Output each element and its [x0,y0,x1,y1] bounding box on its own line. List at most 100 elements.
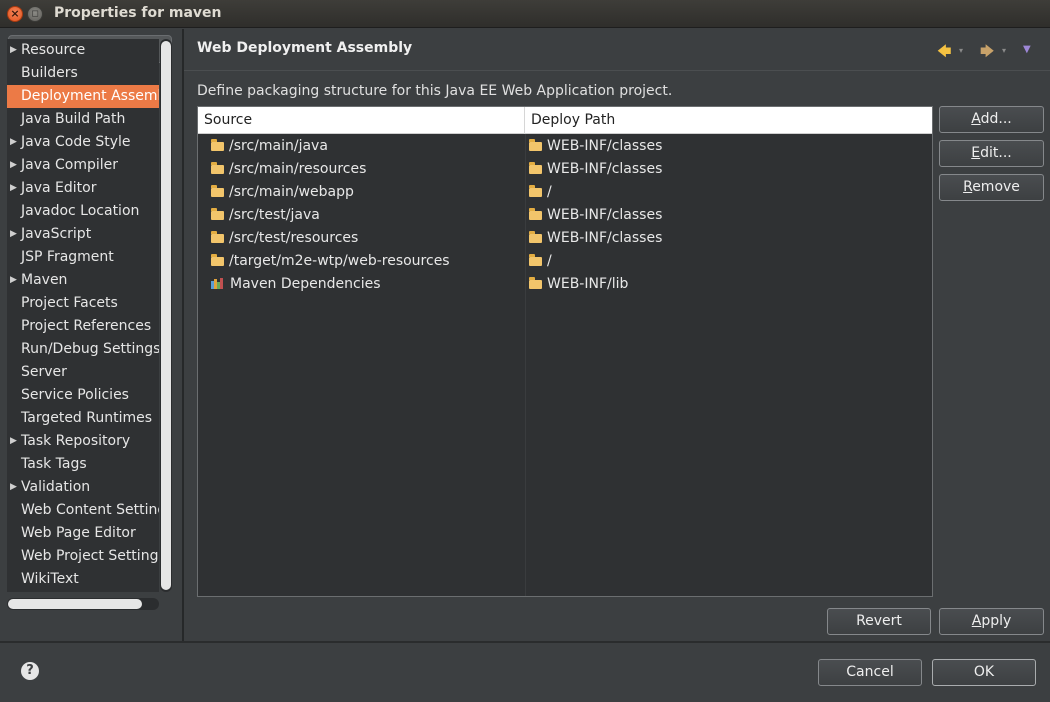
tree-item[interactable]: Server [7,361,159,384]
help-icon[interactable]: ? [21,662,39,680]
tree-item[interactable]: ▶ Java Code Style [7,131,159,154]
folder-icon [211,185,224,197]
tree-item-label: Web Page Editor [21,525,136,541]
edit-button[interactable]: Edit... [939,140,1044,167]
expand-arrow-icon[interactable]: ▶ [10,269,17,292]
tree-item[interactable]: ▶ Maven [7,269,159,292]
tree-item[interactable]: Web Project Settings [7,545,159,568]
tree-item-label: Web Content Settings [21,502,159,518]
tree-item[interactable]: Task Tags [7,453,159,476]
revert-button[interactable]: Revert [827,608,931,635]
tree-item[interactable]: WikiText [7,568,159,591]
tree-item-label: Validation [21,479,91,495]
title-bar: × ◻ Properties for maven [0,0,1050,28]
apply-mnemonic: A [971,613,982,629]
expand-arrow-icon[interactable]: ▶ [10,154,17,177]
folder-icon [211,139,224,151]
tree-item-label: Service Policies [21,387,129,403]
folder-icon [211,162,224,174]
expand-arrow-icon[interactable]: ▶ [10,223,17,246]
revert-label: Revert [856,613,902,629]
tree-item[interactable]: Javadoc Location [7,200,159,223]
tree-item-label: JSP Fragment [21,249,114,265]
folder-icon [529,162,542,174]
tree-item-label: Task Repository [21,433,131,449]
edit-label: dit... [980,145,1012,161]
tree-item[interactable]: Builders [7,62,159,85]
back-arrow-icon[interactable]: 🡄 [937,41,951,65]
remove-button[interactable]: Remove [939,174,1044,201]
table-row[interactable]: Maven Dependencies WEB-INF/lib [198,273,932,296]
tree-item-label: Java Build Path [21,111,126,127]
panel-divider[interactable] [182,29,184,641]
tree-item-label: Project References [21,318,152,334]
table-row[interactable]: /target/m2e-wtp/web-resources / [198,250,932,273]
source-cell: /src/test/java [211,204,320,227]
scrollbar-thumb[interactable] [161,41,171,590]
tree-item-label: Javadoc Location [21,203,140,219]
ok-button[interactable]: OK [932,659,1036,686]
edit-mnemonic: E [971,145,981,161]
tree-item-label: Java Code Style [21,134,131,150]
table-row[interactable]: /src/test/resources WEB-INF/classes [198,227,932,250]
scrollbar-thumb[interactable] [8,599,142,609]
tree-item[interactable]: ▶ Task Repository [7,430,159,453]
expand-arrow-icon[interactable]: ▶ [10,39,17,62]
tree-item[interactable]: ▶ Validation [7,476,159,499]
deploy-path-text: WEB-INF/classes [547,138,663,154]
deploy-path-text: WEB-INF/classes [547,161,663,177]
tree-item[interactable]: ▶ JavaScript [7,223,159,246]
maximize-window-button[interactable]: ◻ [27,6,43,22]
tree-item-label: Run/Debug Settings [21,341,159,357]
source-cell: /src/main/resources [211,158,366,181]
forward-dropdown-icon[interactable]: ▾ [1002,46,1006,55]
column-header-source[interactable]: Source [198,107,525,134]
tree-item-label: Java Editor [21,180,97,196]
tree-item[interactable]: ▶ Resource [7,39,159,62]
tree-item[interactable]: Web Content Settings [7,499,159,522]
close-window-button[interactable]: × [7,6,23,22]
tree-item[interactable]: Run/Debug Settings [7,338,159,361]
apply-button[interactable]: Apply [939,608,1044,635]
tree-item-label: Java Compiler [21,157,119,173]
tree-item[interactable]: JSP Fragment [7,246,159,269]
page-header: Web Deployment Assembly 🡄 ▾ 🡆 ▾ ▼ [184,29,1050,71]
cancel-button[interactable]: Cancel [818,659,922,686]
expand-arrow-icon[interactable]: ▶ [10,430,17,453]
tree-item[interactable]: Project References [7,315,159,338]
view-menu-icon[interactable]: ▼ [1023,44,1031,55]
tree-item[interactable]: Java Build Path [7,108,159,131]
deploy-path-cell: WEB-INF/lib [529,273,628,296]
source-cell: /src/main/java [211,135,328,158]
tree-item-label: Targeted Runtimes [21,410,153,426]
table-row[interactable]: /src/main/resources WEB-INF/classes [198,158,932,181]
tree-item[interactable]: Project Facets [7,292,159,315]
forward-arrow-icon[interactable]: 🡆 [980,41,994,65]
folder-icon [211,254,224,266]
add-button[interactable]: Add... [939,106,1044,133]
tree-item[interactable]: ▶ Java Compiler [7,154,159,177]
table-row[interactable]: /src/main/webapp / [198,181,932,204]
tree-item[interactable]: Targeted Runtimes [7,407,159,430]
tree-item[interactable]: Service Policies [7,384,159,407]
column-header-deploy-path[interactable]: Deploy Path [525,107,932,134]
deploy-path-cell: / [529,250,552,273]
expand-arrow-icon[interactable]: ▶ [10,131,17,154]
deploy-path-text: / [547,253,552,269]
close-icon: × [10,7,20,20]
deploy-path-text: WEB-INF/lib [547,276,629,292]
tree-vertical-scrollbar[interactable] [160,39,172,592]
tree-item[interactable]: ▶ Java Editor [7,177,159,200]
tree-item[interactable]: Web Page Editor [7,522,159,545]
back-dropdown-icon[interactable]: ▾ [959,46,963,55]
table-row[interactable]: /src/main/java WEB-INF/classes [198,135,932,158]
expand-arrow-icon[interactable]: ▶ [10,476,17,499]
table-row[interactable]: /src/test/java WEB-INF/classes [198,204,932,227]
assembly-table[interactable]: Source Deploy Path /src/main/java WEB-INF… [197,106,933,597]
add-mnemonic: A [971,111,981,127]
tree-horizontal-scrollbar[interactable] [7,598,159,610]
folder-icon [529,254,542,266]
expand-arrow-icon[interactable]: ▶ [10,177,17,200]
library-icon [211,278,225,289]
tree-item[interactable]: Deployment Assembly [7,85,159,108]
